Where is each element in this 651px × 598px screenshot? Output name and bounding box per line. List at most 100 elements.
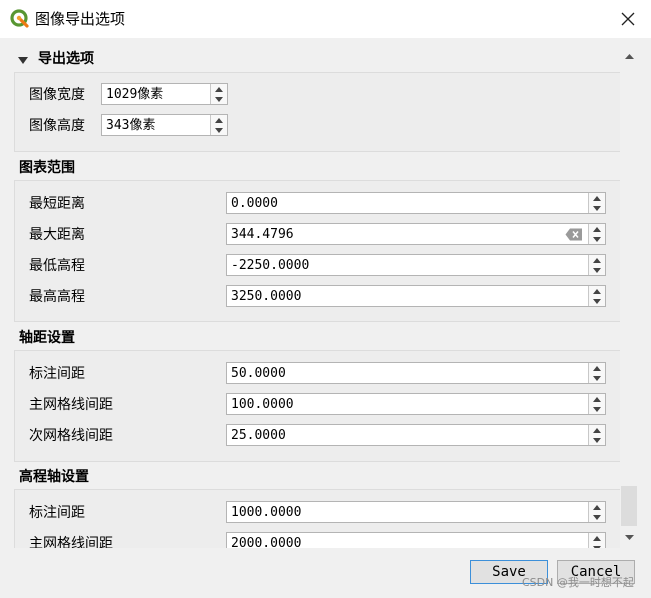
elev-major-grid-label: 主网格线间距 [29,536,113,548]
minor-grid-interval-label: 次网格线间距 [29,428,113,444]
min-elevation-spinbox[interactable]: -2250.0000 [226,254,606,276]
scroll-thumb[interactable] [621,486,637,526]
elev-major-grid-value: 2000.0000 [231,536,302,548]
image-width-spin-buttons [210,84,227,104]
spin-up-button[interactable] [589,425,605,435]
min-distance-row: 最短距离 0.0000 [14,192,606,216]
image-height-label: 图像高度 [29,118,85,134]
chevron-up-icon [593,195,601,201]
chevron-up-icon [215,86,223,92]
elev-major-grid-row: 主网格线间距 2000.0000 [14,532,606,548]
vertical-scrollbar[interactable] [620,38,638,548]
spin-buttons [588,363,605,383]
label-interval-label: 标注间距 [29,366,85,382]
elev-label-interval-value: 1000.0000 [231,505,302,520]
label-interval-value: 50.0000 [231,366,286,381]
spin-up-button[interactable] [589,286,605,296]
chevron-up-icon [593,288,601,294]
spin-down-button[interactable] [589,265,605,275]
elev-label-interval-row: 标注间距 1000.0000 [14,501,606,525]
window-title: 图像导出选项 [35,10,126,28]
minor-grid-interval-value: 25.0000 [231,428,286,443]
max-elevation-row: 最高高程 3250.0000 [14,285,606,309]
image-width-row: 图像宽度 1029像素 [14,83,606,107]
spin-up-button[interactable] [211,115,227,125]
spin-down-button[interactable] [589,404,605,414]
chevron-up-icon [593,257,601,263]
spin-down-button[interactable] [589,234,605,244]
spin-buttons [588,286,605,306]
max-distance-spinbox[interactable]: 344.4796 [226,223,606,245]
elev-major-grid-spinbox[interactable]: 2000.0000 [226,532,606,548]
axis-spacing-title: 轴距设置 [19,330,75,346]
elevation-axis-title: 高程轴设置 [19,469,89,485]
spin-buttons [588,224,605,244]
elev-label-interval-label: 标注间距 [29,505,85,521]
scroll-down-button[interactable] [620,529,638,545]
dialog-footer: Save Cancel CSDN @我一时想不起 [0,548,651,598]
clear-icon[interactable] [565,228,583,241]
major-grid-interval-value: 100.0000 [231,397,294,412]
spin-up-button[interactable] [589,533,605,543]
spin-down-button[interactable] [211,94,227,104]
chevron-up-icon [593,396,601,402]
label-interval-spinbox[interactable]: 50.0000 [226,362,606,384]
close-button[interactable] [605,0,651,38]
chevron-up-icon [593,427,601,433]
image-width-label: 图像宽度 [29,87,85,103]
chevron-down-icon [593,298,601,304]
spin-down-button[interactable] [211,125,227,135]
spin-down-button[interactable] [589,296,605,306]
close-icon [621,12,635,26]
minor-grid-interval-row: 次网格线间距 25.0000 [14,424,606,448]
max-elevation-spinbox[interactable]: 3250.0000 [226,285,606,307]
image-height-spinbox[interactable]: 343像素 [101,114,228,136]
chevron-up-icon [593,226,601,232]
chevron-up-icon [215,117,223,123]
chevron-down-icon [593,514,601,520]
image-width-spinbox[interactable]: 1029像素 [101,83,228,105]
chevron-up-icon [593,504,601,510]
scroll-up-button[interactable] [620,48,638,64]
major-grid-interval-row: 主网格线间距 100.0000 [14,393,606,417]
spin-up-button[interactable] [589,363,605,373]
spin-up-button[interactable] [589,224,605,234]
scroll-area[interactable]: 导出选项 图像宽度 1029像素 图像高度 343像素 图表范围 最短距离 0.… [0,38,620,548]
min-elevation-row: 最低高程 -2250.0000 [14,254,606,278]
scroll-up-arrow-icon [624,53,634,59]
min-elevation-label: 最低高程 [29,258,85,274]
spin-buttons [588,255,605,275]
chevron-down-icon [593,406,601,412]
spin-up-button[interactable] [211,84,227,94]
chevron-up-icon [593,365,601,371]
collapse-arrow-icon[interactable] [17,56,29,65]
chevron-down-icon [593,236,601,242]
min-distance-value: 0.0000 [231,196,278,211]
spin-up-button[interactable] [589,394,605,404]
major-grid-interval-spinbox[interactable]: 100.0000 [226,393,606,415]
image-height-spin-buttons [210,115,227,135]
chevron-down-icon [215,127,223,133]
spin-down-button[interactable] [589,512,605,522]
spin-up-button[interactable] [589,255,605,265]
spin-buttons [588,394,605,414]
max-distance-value: 344.4796 [231,227,294,242]
minor-grid-interval-spinbox[interactable]: 25.0000 [226,424,606,446]
dialog-content: 导出选项 图像宽度 1029像素 图像高度 343像素 图表范围 最短距离 0.… [0,38,651,548]
spin-down-button[interactable] [589,373,605,383]
scroll-down-arrow-icon [624,534,634,540]
max-elevation-value: 3250.0000 [231,289,302,304]
spin-up-button[interactable] [589,502,605,512]
spin-buttons [588,425,605,445]
image-height-value: 343像素 [106,118,156,133]
image-width-value: 1029像素 [106,87,164,102]
elev-label-interval-spinbox[interactable]: 1000.0000 [226,501,606,523]
spin-down-button[interactable] [589,435,605,445]
chart-range-title: 图表范围 [19,160,75,176]
min-distance-spinbox[interactable]: 0.0000 [226,192,606,214]
chevron-down-icon [593,375,601,381]
spin-up-button[interactable] [589,193,605,203]
spin-down-button[interactable] [589,203,605,213]
title-bar: 图像导出选项 [0,0,651,38]
image-height-row: 图像高度 343像素 [14,114,606,138]
